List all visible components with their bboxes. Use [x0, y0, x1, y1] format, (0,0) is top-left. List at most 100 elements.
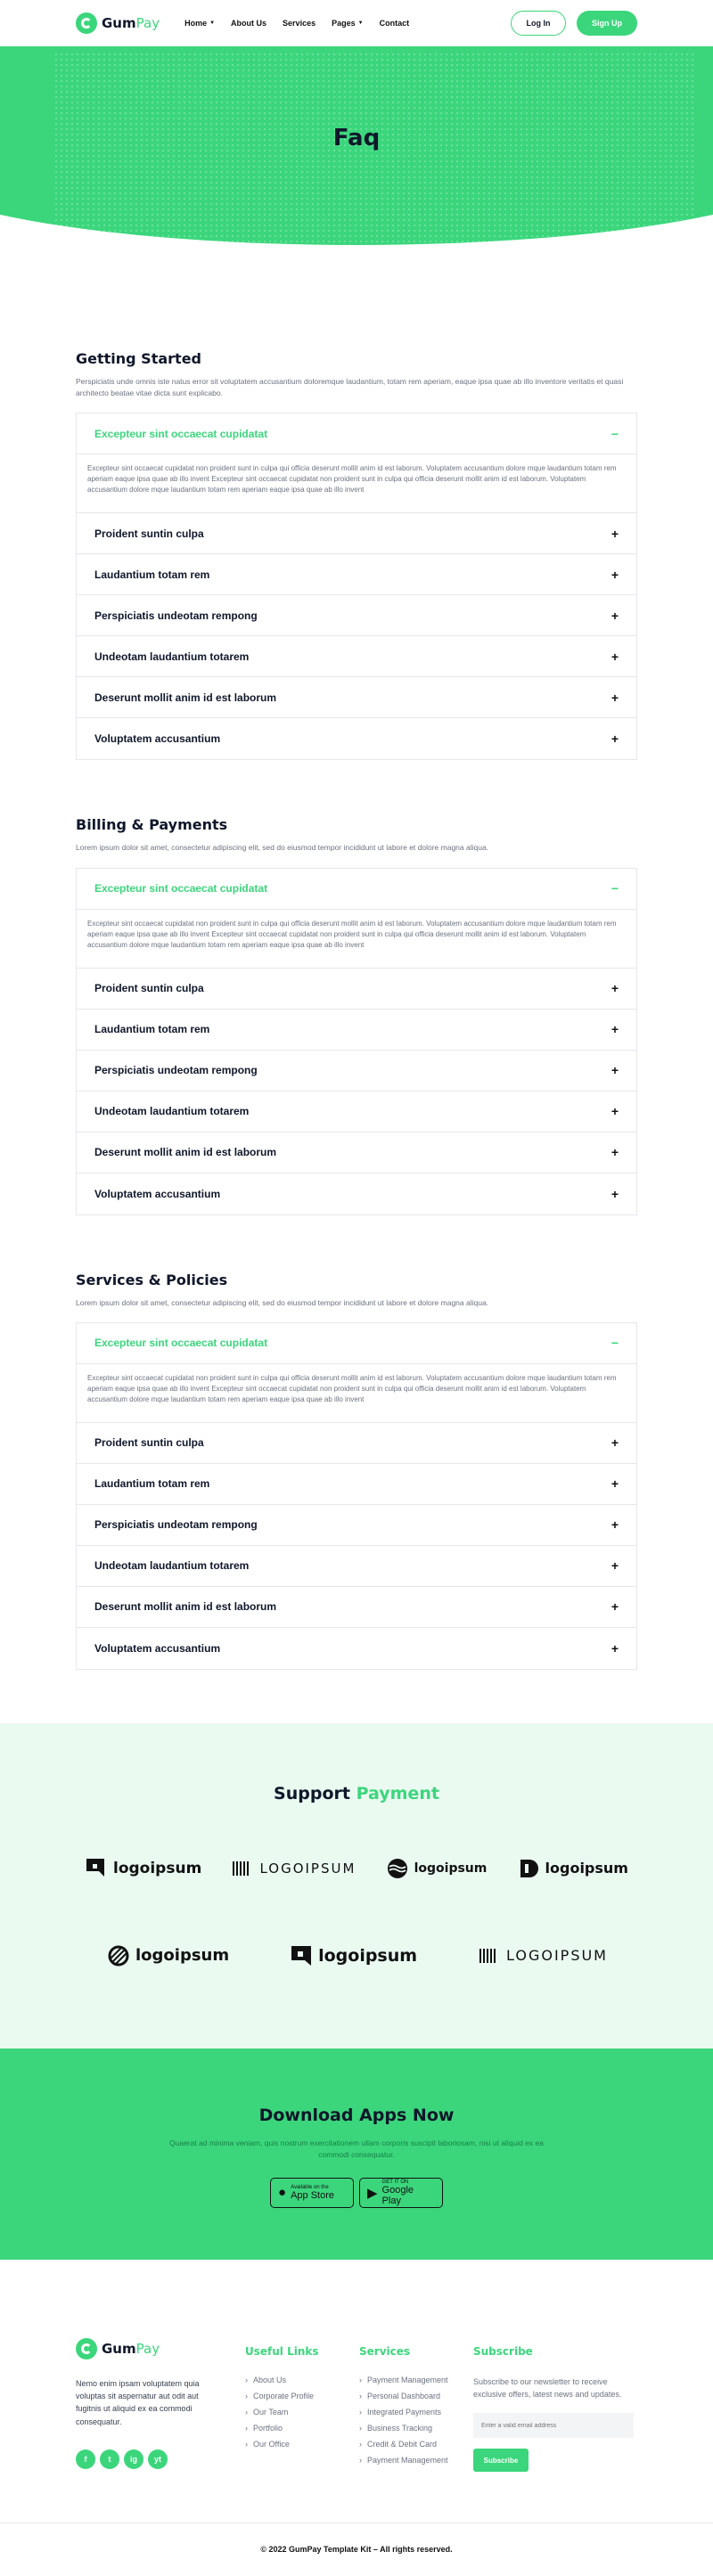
faq-item[interactable]: Proident suntin culpa +	[77, 969, 636, 1010]
twitter-icon[interactable]: t	[100, 2449, 119, 2470]
footer-link[interactable]: › Integrated Payments	[359, 2408, 473, 2417]
section-title: Services & Policies	[76, 1271, 228, 1288]
footer-description: Nemo enim ipsam voluptatem quia voluptas…	[76, 2378, 200, 2426]
plus-icon: +	[611, 1435, 619, 1451]
faq-item[interactable]: Perspiciatis undeotam rempong +	[77, 1505, 636, 1546]
site-footer: GumPay Nemo enim ipsam voluptatem quia v…	[0, 2260, 713, 2523]
faq-item[interactable]: Laudantium totam rem +	[77, 1464, 636, 1505]
logo-icon	[86, 1858, 104, 1877]
footer-link[interactable]: › Our Office	[245, 2440, 359, 2449]
footer-link[interactable]: › Payment Management	[359, 2456, 473, 2465]
faq-item[interactable]: Undeotam laudantium totarem +	[77, 636, 636, 678]
footer-link[interactable]: › Personal Dashboard	[359, 2392, 473, 2400]
faq-question-header[interactable]: Excepteur sint occaecat cupidatat −	[77, 413, 636, 455]
faq-item[interactable]: Undeotam laudantium totarem +	[77, 1092, 636, 1133]
faq-item[interactable]: Proident suntin culpa +	[77, 513, 636, 555]
signup-button[interactable]: Sign Up	[577, 11, 637, 36]
faq-section-billing: Billing & Payments Lorem ipsum dolor sit…	[76, 816, 637, 1215]
support-title: Support Payment	[274, 1783, 439, 1803]
minus-icon: −	[611, 1336, 619, 1351]
footer-link[interactable]: › Our Team	[245, 2408, 359, 2417]
footer-useful-links: Useful Links › About Us › Corporate Profil…	[245, 2338, 359, 2523]
faq-item[interactable]: Voluptatem accusantium +	[77, 718, 636, 759]
footer-link[interactable]: › Portfolio	[245, 2424, 359, 2433]
plus-icon: +	[611, 1640, 619, 1656]
nav-item-services[interactable]: Services	[283, 19, 316, 28]
faq-item[interactable]: Laudantium totam rem +	[77, 1010, 636, 1051]
footer-link[interactable]: › Credit & Debit Card	[359, 2440, 473, 2449]
chevron-right-icon: ›	[359, 2391, 362, 2400]
faq-item-open: Excepteur sint occaecat cupidatat − Excep…	[77, 869, 636, 969]
chevron-right-icon: ›	[245, 2375, 248, 2384]
app-store-button[interactable]: ● Available on the App Store	[270, 2177, 354, 2208]
chevron-right-icon: ›	[359, 2375, 362, 2384]
nav-item-about[interactable]: About Us	[231, 19, 266, 28]
footer-link[interactable]: › Payment Management	[359, 2376, 473, 2384]
logo-icon	[76, 2337, 97, 2359]
faq-item[interactable]: Deserunt mollit anim id est laborum +	[77, 677, 636, 719]
faq-question-header[interactable]: Excepteur sint occaecat cupidatat −	[77, 1323, 636, 1364]
footer-logo[interactable]: GumPay	[76, 2337, 245, 2359]
faq-accordion: Excepteur sint occaecat cupidatat − Excep…	[76, 413, 637, 761]
nav-item-pages[interactable]: Pages ▼	[332, 19, 363, 28]
partner-logos-row-1: logoipsum LOGOIPSUM logoipsum logoipsum	[0, 1857, 713, 1880]
faq-item[interactable]: Laudantium totam rem +	[77, 554, 636, 596]
footer-services: Services › Payment Management › Personal D…	[359, 2338, 473, 2523]
minus-icon: −	[611, 881, 619, 896]
faq-item[interactable]: Deserunt mollit anim id est laborum +	[77, 1133, 636, 1174]
chevron-right-icon: ›	[245, 2391, 248, 2400]
logo-icon	[291, 1945, 312, 1966]
instagram-icon[interactable]: ig	[124, 2449, 143, 2470]
faq-answer: Excepteur sint occaecat cupidatat non pr…	[77, 454, 636, 514]
store-buttons: ● Available on the App Store ▶ GET IT ON G…	[0, 2177, 713, 2208]
faq-question-header[interactable]: Excepteur sint occaecat cupidatat −	[77, 869, 636, 910]
nav-item-contact[interactable]: Contact	[380, 19, 410, 28]
login-button[interactable]: Log In	[511, 11, 566, 36]
faq-section-services: Services & Policies Lorem ipsum dolor si…	[76, 1272, 637, 1670]
chevron-right-icon: ›	[245, 2407, 248, 2417]
plus-icon: +	[611, 1145, 619, 1160]
footer-link[interactable]: › Corporate Profile	[245, 2392, 359, 2400]
section-title: Billing & Payments	[76, 816, 228, 834]
chevron-right-icon: ›	[359, 2423, 362, 2433]
partner-logo: LOGOIPSUM	[478, 1944, 608, 1967]
faq-answer: Excepteur sint occaecat cupidatat non pr…	[77, 910, 636, 969]
logo-icon	[520, 1859, 538, 1877]
partner-logo: logoipsum	[85, 1857, 201, 1880]
partner-logo: logoipsum	[290, 1944, 417, 1967]
plus-icon: +	[611, 526, 619, 541]
footer-link[interactable]: › About Us	[245, 2376, 359, 2384]
download-description: Quaerat ad minima veniam, quis nostrum e…	[169, 2138, 544, 2160]
partner-logo: LOGOIPSUM	[231, 1857, 356, 1880]
subscribe-button[interactable]: Subscribe	[473, 2449, 529, 2473]
brand-logo[interactable]: GumPay	[76, 12, 160, 34]
apple-icon: ●	[278, 2185, 287, 2201]
faq-accordion: Excepteur sint occaecat cupidatat − Excep…	[76, 867, 637, 1215]
faq-section-getting-started: Getting Started Perspiciatis unde omnis …	[76, 350, 637, 761]
nav-item-home[interactable]: Home ▼	[184, 19, 215, 28]
chevron-right-icon: ›	[245, 2423, 248, 2433]
plus-icon: +	[611, 567, 619, 582]
faq-item[interactable]: Voluptatem accusantium +	[77, 1174, 636, 1214]
faq-item[interactable]: Voluptatem accusantium +	[77, 1628, 636, 1669]
faq-item[interactable]: Deserunt mollit anim id est laborum +	[77, 1587, 636, 1628]
faq-item[interactable]: Undeotam laudantium totarem +	[77, 1546, 636, 1587]
faq-item[interactable]: Perspiciatis undeotam rempong +	[77, 1051, 636, 1092]
chevron-right-icon: ›	[245, 2439, 248, 2449]
partner-logo: logoipsum	[107, 1944, 229, 1967]
plus-icon: +	[611, 1063, 619, 1078]
youtube-icon[interactable]: yt	[148, 2449, 168, 2470]
faq-item[interactable]: Proident suntin culpa +	[77, 1423, 636, 1464]
faq-item[interactable]: Perspiciatis undeotam rempong +	[77, 595, 636, 637]
chevron-down-icon: ▼	[209, 20, 216, 26]
logo-text: GumPay	[102, 2340, 160, 2357]
social-links: f t ig yt	[76, 2449, 245, 2470]
plus-icon: +	[611, 1599, 619, 1615]
play-icon: ▶	[367, 2185, 378, 2201]
email-input[interactable]	[473, 2413, 634, 2439]
facebook-icon[interactable]: f	[76, 2449, 95, 2470]
google-play-button[interactable]: ▶ GET IT ON Google Play	[359, 2177, 443, 2208]
plus-icon: +	[611, 1186, 619, 1201]
footer-link[interactable]: › Business Tracking	[359, 2424, 473, 2433]
partner-logos-row-2: logoipsum logoipsum LOGOIPSUM	[0, 1944, 713, 1967]
